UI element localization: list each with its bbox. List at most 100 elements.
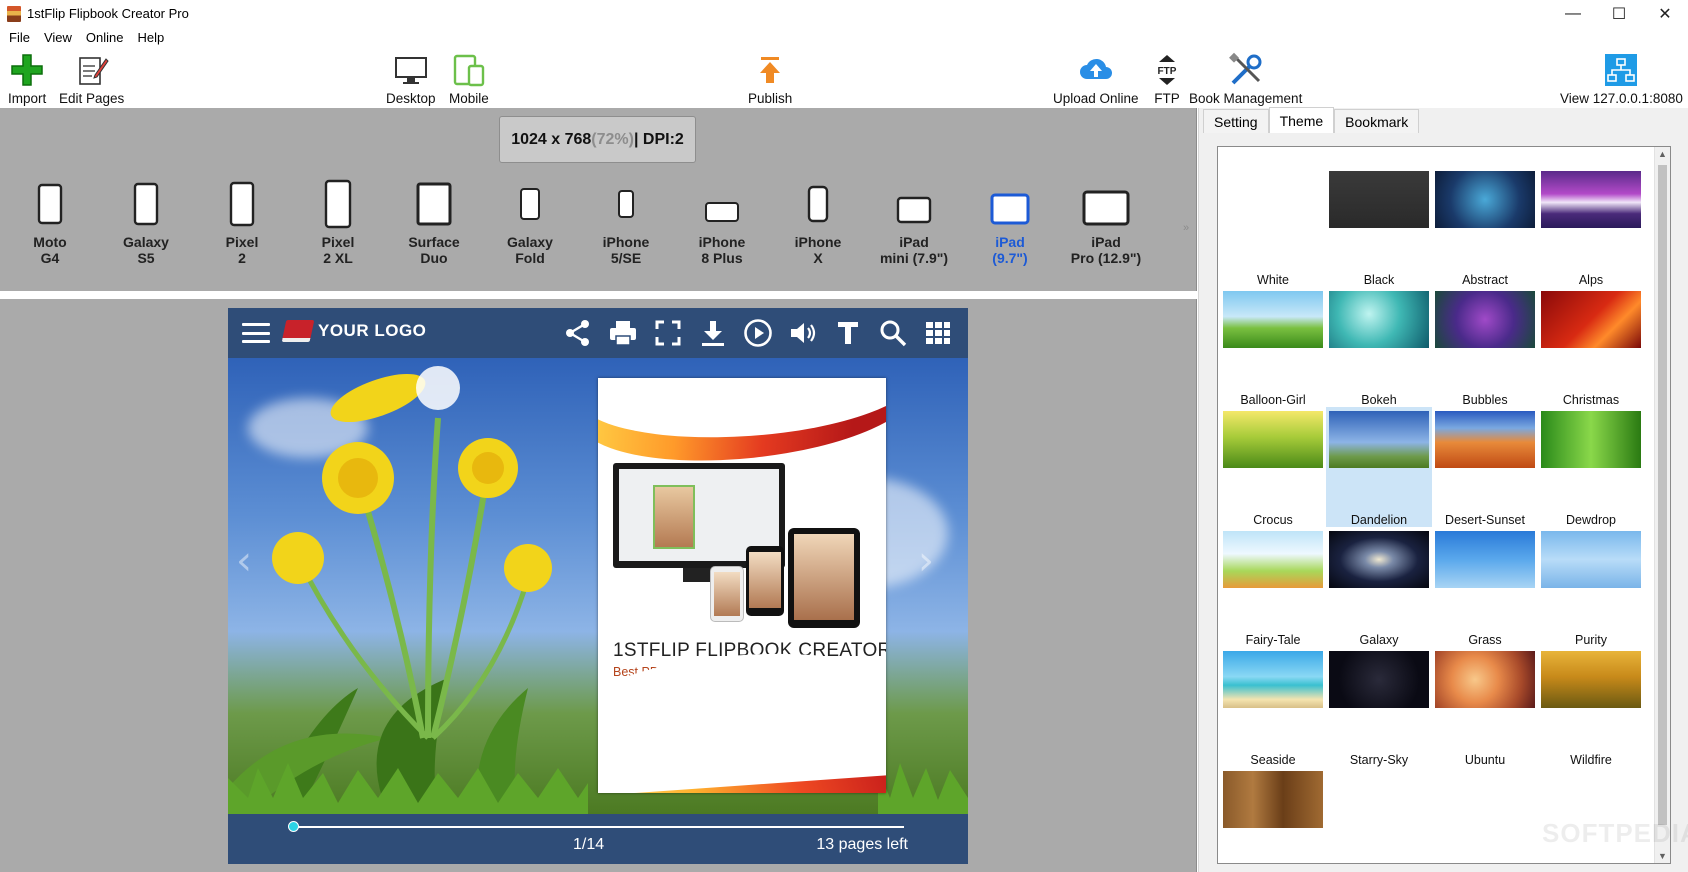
close-button[interactable]: ✕	[1642, 0, 1688, 27]
theme-scrollbar[interactable]: ▲ ▼	[1654, 147, 1670, 863]
device-surface-duo[interactable]: Surface Duo	[389, 174, 479, 266]
text-icon[interactable]	[825, 316, 870, 350]
theme-item[interactable]: Balloon-Girl	[1220, 287, 1326, 407]
flipbook-stage: 1STFLIP FLIPBOOK CREATOR Best PDF/image …	[228, 358, 968, 814]
device-pixel-2[interactable]: Pixel 2	[197, 174, 287, 266]
theme-name: Purity	[1575, 633, 1607, 647]
import-button[interactable]: Import	[8, 52, 46, 106]
scroll-up-icon[interactable]: ▲	[1658, 149, 1667, 159]
tab-bookmark[interactable]: Bookmark	[1334, 109, 1420, 133]
toolbar: Import Edit Pages Desktop Mobile Publish…	[0, 48, 1688, 108]
theme-item[interactable]: Abstract	[1432, 167, 1538, 287]
desktop-button[interactable]: Desktop	[386, 52, 436, 106]
theme-name: Dewdrop	[1565, 513, 1617, 527]
device-label-line2: X	[813, 250, 823, 266]
theme-item[interactable]: Crocus	[1220, 407, 1326, 527]
theme-item[interactable]: Galaxy	[1326, 527, 1432, 647]
theme-thumbnail	[1223, 291, 1323, 348]
minimize-button[interactable]: —	[1550, 0, 1596, 27]
mobile-button[interactable]: Mobile	[449, 52, 489, 106]
edit-pages-button[interactable]: Edit Pages	[59, 52, 124, 106]
view-server-button[interactable]: View 127.0.0.1:8080	[1560, 52, 1683, 106]
device-iphone-8-plus[interactable]: iPhone 8 Plus	[677, 174, 767, 266]
menu-icon[interactable]	[242, 323, 270, 343]
upload-online-button[interactable]: Upload Online	[1053, 52, 1139, 106]
panel-tabs: Setting Theme Bookmark	[1203, 107, 1420, 133]
theme-thumbnail	[1223, 531, 1323, 588]
phone-landscape-icon	[704, 174, 740, 234]
prev-page-icon[interactable]: ‹	[236, 538, 252, 584]
theme-item[interactable]: Ubuntu	[1432, 647, 1538, 767]
device-iphone-x[interactable]: iPhone X	[773, 174, 863, 266]
page-progress-track[interactable]	[294, 826, 904, 828]
thumbnails-icon[interactable]	[915, 316, 960, 350]
print-icon[interactable]	[600, 316, 645, 350]
tab-theme[interactable]: Theme	[1268, 107, 1335, 133]
publish-button[interactable]: Publish	[748, 52, 792, 106]
theme-name: Christmas	[1562, 393, 1620, 407]
cloud-upload-icon	[1078, 52, 1114, 88]
share-icon[interactable]	[555, 316, 600, 350]
device-galaxy-s5[interactable]: Galaxy S5	[101, 174, 191, 266]
theme-item[interactable]: Dandelion	[1326, 407, 1432, 527]
device-iphone-5-se[interactable]: iPhone 5/SE	[581, 174, 671, 266]
theme-item[interactable]: Starry-Sky	[1326, 647, 1432, 767]
download-icon[interactable]	[690, 316, 735, 350]
ftp-button[interactable]: FTP FTP	[1149, 52, 1185, 106]
network-icon	[1603, 52, 1639, 88]
theme-item[interactable]: White	[1220, 167, 1326, 287]
title-bar: 1stFlip Flipbook Creator Pro — ☐ ✕	[0, 0, 1688, 27]
device-ipad-pro[interactable]: iPad Pro (12.9")	[1061, 174, 1151, 266]
phone-icon	[807, 174, 829, 234]
maximize-button[interactable]: ☐	[1596, 0, 1642, 27]
scroll-down-icon[interactable]: ▼	[1658, 851, 1667, 861]
device-ipad-9-7[interactable]: iPad (9.7")	[965, 174, 1055, 266]
book-page[interactable]: 1STFLIP FLIPBOOK CREATOR Best PDF/image …	[598, 378, 886, 793]
tab-setting[interactable]: Setting	[1203, 109, 1269, 133]
device-ipad-mini[interactable]: iPad mini (7.9")	[869, 174, 959, 266]
device-label-line2: (9.7")	[992, 250, 1028, 266]
theme-thumbnail	[1223, 771, 1323, 828]
theme-item[interactable]	[1220, 767, 1326, 872]
edit-pages-label: Edit Pages	[59, 91, 125, 106]
menu-help[interactable]: Help	[130, 30, 171, 45]
theme-thumbnail	[1223, 411, 1323, 468]
theme-name: Fairy-Tale	[1245, 633, 1301, 647]
resolution-display: 1024 x 768 (72%) | DPI:2	[499, 116, 696, 163]
scroll-thumb[interactable]	[1658, 165, 1667, 825]
book-management-button[interactable]: Book Management	[1189, 52, 1302, 106]
page-progress-knob[interactable]	[288, 821, 299, 832]
device-galaxy-fold[interactable]: Galaxy Fold	[485, 174, 575, 266]
theme-name: Galaxy	[1359, 633, 1399, 647]
strip-scroll-arrow[interactable]: »	[1183, 222, 1189, 234]
theme-item[interactable]: Black	[1326, 167, 1432, 287]
next-page-icon[interactable]: ›	[918, 538, 934, 584]
device-label-line2: Pro (12.9")	[1070, 250, 1142, 266]
theme-item[interactable]: Christmas	[1538, 287, 1644, 407]
menu-file[interactable]: File	[2, 30, 37, 45]
theme-item[interactable]: Seaside	[1220, 647, 1326, 767]
sound-icon[interactable]	[780, 316, 825, 350]
theme-item[interactable]: Fairy-Tale	[1220, 527, 1326, 647]
theme-item[interactable]: Bokeh	[1326, 287, 1432, 407]
theme-item[interactable]: Wildfire	[1538, 647, 1644, 767]
menu-online[interactable]: Online	[79, 30, 131, 45]
theme-item[interactable]: Bubbles	[1432, 287, 1538, 407]
theme-item[interactable]: Purity	[1538, 527, 1644, 647]
theme-item[interactable]: Dewdrop	[1538, 407, 1644, 527]
theme-item[interactable]: Desert-Sunset	[1432, 407, 1538, 527]
theme-item[interactable]: Alps	[1538, 167, 1644, 287]
device-label-line2: Fold	[515, 250, 545, 266]
view-server-label: View 127.0.0.1:8080	[1560, 91, 1683, 106]
theme-thumbnail	[1541, 531, 1641, 588]
import-label: Import	[8, 91, 47, 106]
search-icon[interactable]	[870, 316, 915, 350]
play-icon[interactable]	[735, 316, 780, 350]
menu-view[interactable]: View	[37, 30, 79, 45]
fullscreen-icon[interactable]	[645, 316, 690, 350]
device-moto-g4[interactable]: Moto G4	[5, 174, 95, 266]
theme-name: White	[1257, 273, 1289, 287]
theme-item[interactable]: Grass	[1432, 527, 1538, 647]
device-label-line1: iPad	[995, 234, 1025, 250]
device-pixel-2-xl[interactable]: Pixel 2 XL	[293, 174, 383, 266]
